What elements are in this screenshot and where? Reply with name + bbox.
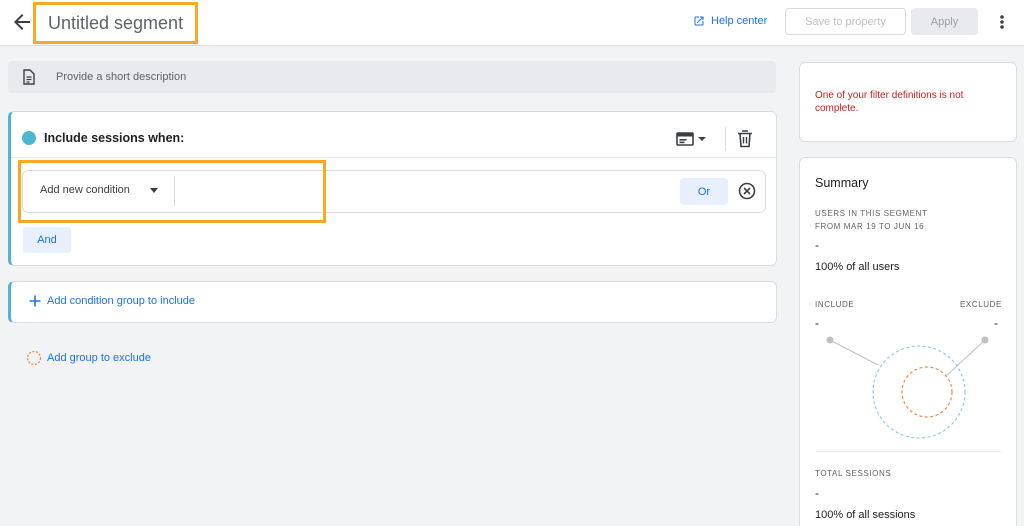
description-field[interactable]: Provide a short description [8,61,776,93]
include-circle [872,345,966,439]
help-center-link[interactable]: Help center [693,12,767,30]
exclude-marker [981,336,989,344]
exclude-circle [901,366,953,418]
include-dot-icon [22,131,36,145]
more-vert-icon[interactable] [994,12,1010,32]
users-value: - [815,238,819,252]
chevron-down-icon [698,137,706,141]
open-in-new-icon [694,16,704,26]
users-in-segment-label: USERS IN THIS SEGMENT FROM MAR 19 TO JUN… [815,209,928,231]
add-exclude-group-link[interactable]: Add group to exclude [47,352,151,364]
scope-menu[interactable] [676,130,712,148]
summary-title: Summary [815,176,869,190]
users-percent: 100% of all users [815,261,900,273]
total-sessions-percent: 100% of all sessions [815,509,916,521]
help-center-label[interactable]: Help center [711,15,767,27]
include-group-title: Include sessions when: [44,131,185,145]
total-sessions-label: TOTAL SESSIONS [815,469,892,478]
segment-title-text[interactable]: Untitled segment [48,13,183,34]
divider [816,451,1001,452]
and-button[interactable]: And [23,227,71,253]
include-marker [826,336,834,344]
error-message: One of your filter definitions is not co… [815,90,964,114]
segment-title[interactable]: Untitled segment [33,2,198,44]
trash-icon[interactable] [736,129,754,149]
exclude-leader-line [944,339,986,378]
total-sessions-value: - [815,486,819,500]
exclude-label: EXCLUDE [960,300,1002,309]
include-label: INCLUDE [815,300,855,309]
description-placeholder[interactable]: Provide a short description [56,71,186,83]
plus-icon[interactable] [28,294,42,308]
close-circle-icon[interactable] [737,181,757,201]
include-leader-line [829,339,879,366]
annotation-highlight [18,160,326,223]
back-arrow-icon[interactable] [10,10,34,34]
divider [725,127,726,151]
divider [11,157,776,158]
apply-button[interactable]: Apply [911,8,978,35]
add-condition-group-link[interactable]: Add condition group to include [47,295,195,307]
venn-diagram [826,336,989,439]
card-scope-icon [676,132,694,146]
dashed-circle-icon[interactable] [26,350,42,366]
or-button[interactable]: Or [680,178,728,205]
save-to-property-button[interactable]: Save to property [785,8,906,35]
document-icon [23,69,35,85]
